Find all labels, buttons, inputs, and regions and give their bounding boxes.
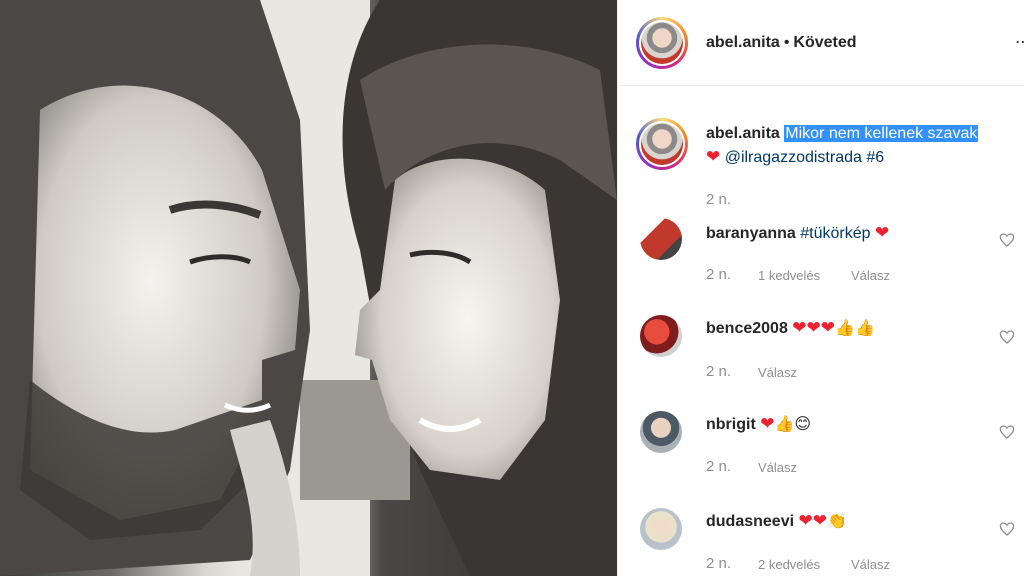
caption-line-1: abel.anita Mikor nem kellenek szavak xyxy=(706,125,979,143)
heart-outline-icon[interactable] xyxy=(999,232,1015,248)
emojis: 👍👍 xyxy=(835,320,875,337)
heart-emoji: ❤ xyxy=(706,147,721,166)
comment-likes-count[interactable]: 2 kedvelés xyxy=(758,557,820,572)
heart-emojis: ❤❤ xyxy=(798,511,827,530)
comment-username[interactable]: baranyanna xyxy=(706,225,796,242)
header-username[interactable]: abel.anita xyxy=(706,34,780,51)
comment-avatar[interactable] xyxy=(640,411,682,453)
caption-mention[interactable]: @ilragazzodistrada xyxy=(725,149,862,166)
comment-row: nbrigit ❤👍😊 xyxy=(706,414,811,434)
caption-age[interactable]: 2 n. xyxy=(706,191,731,208)
comment-username[interactable]: dudasneevi xyxy=(706,513,794,530)
couple-photo-illustration xyxy=(0,0,617,576)
heart-outline-icon[interactable] xyxy=(999,424,1015,440)
emojis: 👏 xyxy=(826,513,847,530)
reply-button[interactable]: Válasz xyxy=(851,557,890,572)
caption-selected-text: Mikor nem kellenek szavak xyxy=(784,125,979,142)
heart-emoji: ❤ xyxy=(874,223,890,242)
reply-button[interactable]: Válasz xyxy=(758,460,797,475)
post-side-panel: abel.anita • Követed ⋯ abel.anita Mikor ne… xyxy=(617,0,1024,576)
comment-age[interactable]: 2 n. xyxy=(706,363,731,380)
emojis: 👍😊 xyxy=(774,416,812,433)
comment-row: baranyanna #tükörkép ❤ xyxy=(706,223,889,243)
comment-row: bence2008 ❤❤❤👍👍 xyxy=(706,318,875,338)
separator-dot: • xyxy=(783,34,790,51)
more-options-icon[interactable]: ⋯ xyxy=(1015,34,1024,52)
caption-username[interactable]: abel.anita xyxy=(706,125,780,142)
comment-username[interactable]: bence2008 xyxy=(706,320,788,337)
caption-hashtag[interactable]: #6 xyxy=(866,149,884,166)
caption-line-2: ❤ @ilragazzodistrada #6 xyxy=(706,147,884,167)
post-header: abel.anita • Követed ⋯ xyxy=(618,0,1024,86)
comment-hashtag[interactable]: #tükörkép xyxy=(800,225,870,242)
reply-button[interactable]: Válasz xyxy=(851,268,890,283)
comment-row: dudasneevi ❤❤👏 xyxy=(706,511,847,531)
reply-button[interactable]: Válasz xyxy=(758,365,797,380)
heart-outline-icon[interactable] xyxy=(999,521,1015,537)
comment-username[interactable]: nbrigit xyxy=(706,416,756,433)
author-avatar[interactable] xyxy=(636,17,688,69)
comment-age[interactable]: 2 n. xyxy=(706,458,731,475)
header-username-line: abel.anita • Követed xyxy=(706,34,857,52)
comment-age[interactable]: 2 n. xyxy=(706,266,731,283)
post-photo xyxy=(0,0,617,576)
comment-likes-count[interactable]: 1 kedvelés xyxy=(758,268,820,283)
follow-status[interactable]: Követed xyxy=(793,34,856,51)
heart-emojis: ❤❤❤ xyxy=(792,318,836,337)
comment-age[interactable]: 2 n. xyxy=(706,555,731,572)
comment-avatar[interactable] xyxy=(640,218,682,260)
heart-outline-icon[interactable] xyxy=(999,329,1015,345)
caption-author-avatar[interactable] xyxy=(636,118,688,170)
heart-emojis: ❤ xyxy=(760,414,775,433)
comment-avatar[interactable] xyxy=(640,315,682,357)
comment-avatar[interactable] xyxy=(640,508,682,550)
